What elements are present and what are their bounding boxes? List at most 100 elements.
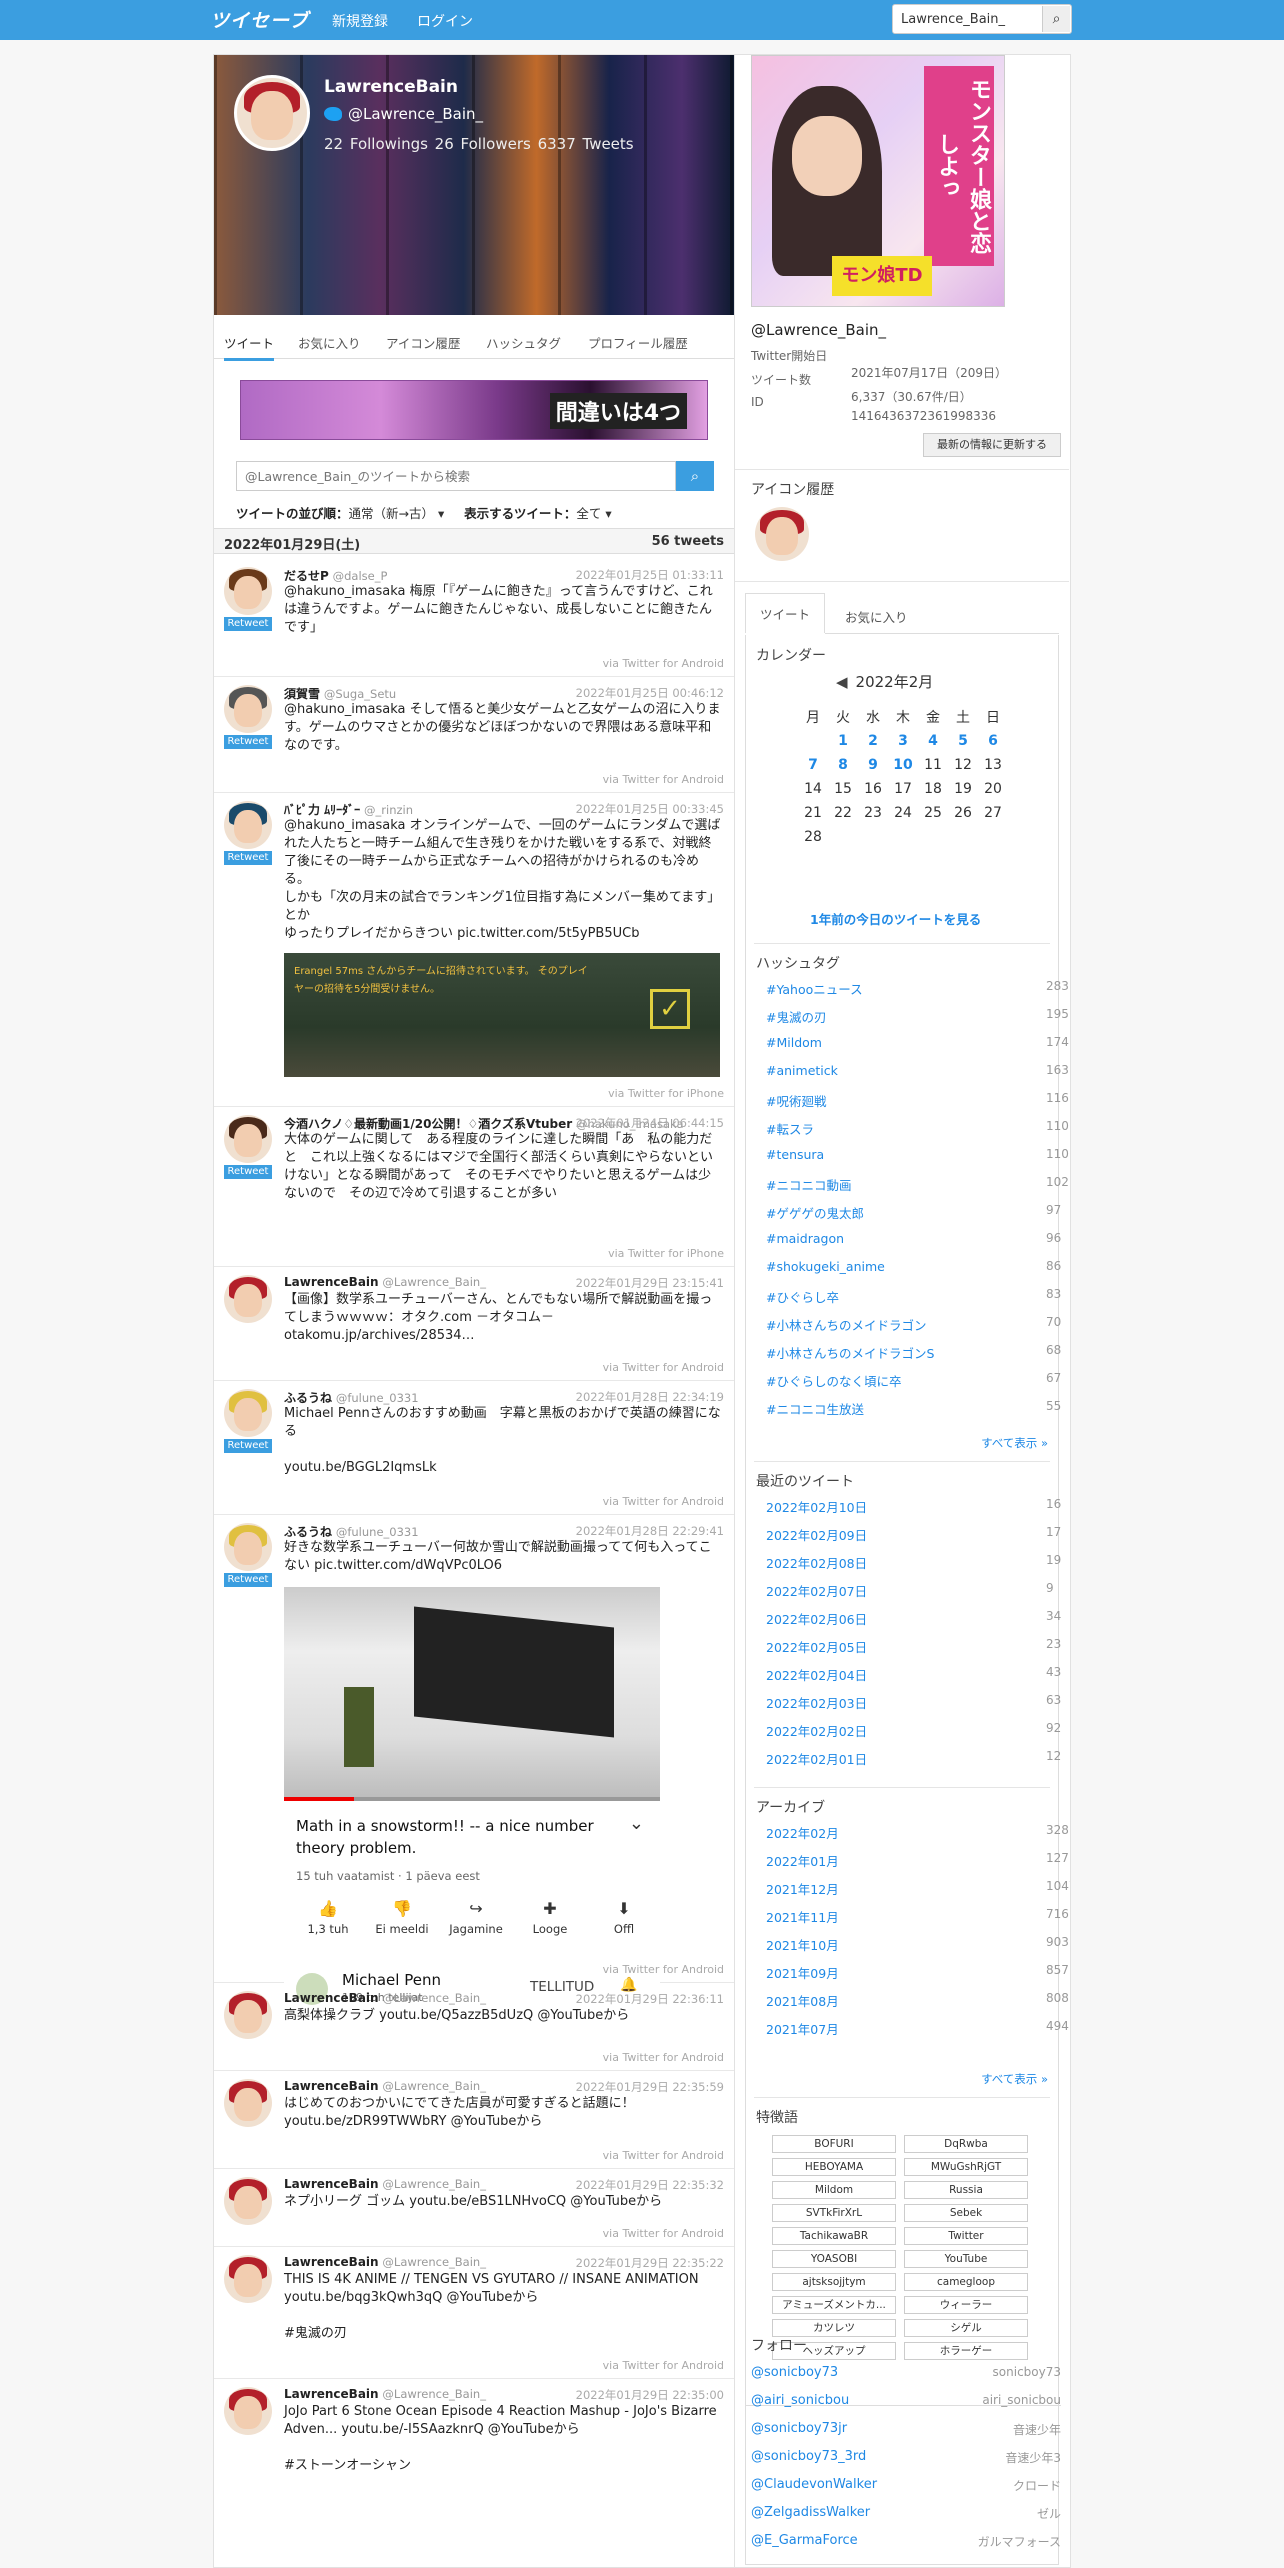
calendar-day[interactable]: 1 <box>828 729 858 753</box>
word-tag[interactable]: TachikawaBR <box>772 2227 896 2245</box>
hashtag-item-link[interactable]: #ニコニコ動画 <box>766 1178 851 1193</box>
hashtag-item[interactable]: #ニコニコ生放送 55 <box>766 1399 1061 1418</box>
video-action[interactable]: 👍 1,3 tuh <box>296 1899 360 1936</box>
word-tag[interactable]: シゲル <box>904 2319 1028 2337</box>
archive-item-link[interactable]: 2022年01月 <box>766 1854 839 1869</box>
avatar[interactable] <box>224 1275 272 1323</box>
hashtag-item-link[interactable]: #小林さんちのメイドラゴン <box>766 1318 926 1333</box>
sort-order-select[interactable]: 通常（新→古） <box>349 506 434 521</box>
archive-item[interactable]: 2021年07月 494 <box>766 2019 1069 2038</box>
hashtag-item[interactable]: #Yahooニュース 283 <box>766 979 1069 998</box>
hashtag-item-link[interactable]: #tensura <box>766 1147 824 1162</box>
recent-tweet-item-link[interactable]: 2022年02月09日 <box>766 1528 867 1543</box>
hashtag-item[interactable]: #小林さんちのメイドラゴン 70 <box>766 1315 1061 1334</box>
archive-item-link[interactable]: 2021年12月 <box>766 1882 839 1897</box>
avatar[interactable] <box>224 2255 272 2303</box>
recent-tweet-item[interactable]: 2022年02月03日 63 <box>766 1693 1061 1712</box>
avatar[interactable] <box>224 1115 272 1163</box>
tweet-author[interactable]: LawrenceBain @Lawrence_Bain_ <box>284 2177 486 2191</box>
recent-tweet-item-link[interactable]: 2022年02月03日 <box>766 1696 867 1711</box>
prev-month-icon[interactable]: ◀ <box>836 673 848 691</box>
sidebar-tab-favorites[interactable]: お気に入り <box>845 607 908 626</box>
hashtag-item[interactable]: #ゲゲゲの鬼太郎 97 <box>766 1203 1061 1222</box>
tweet-search-input[interactable] <box>236 461 676 491</box>
tweet-timestamp[interactable]: 2022年01月25日 00:33:45 <box>576 801 724 817</box>
recent-tweet-item[interactable]: 2022年02月04日 43 <box>766 1665 1061 1684</box>
hashtag-item-link[interactable]: #ニコニコ生放送 <box>766 1402 864 1417</box>
hashtag-item[interactable]: #ひぐらし卒 83 <box>766 1287 1061 1306</box>
hashtag-item[interactable]: #鬼滅の刃 195 <box>766 1007 1069 1026</box>
follow-handle[interactable]: @airi_sonicbou <box>751 2393 849 2408</box>
avatar[interactable] <box>224 801 272 849</box>
recent-tweet-item-link[interactable]: 2022年02月02日 <box>766 1724 867 1739</box>
archive-item[interactable]: 2021年09月 857 <box>766 1963 1069 1982</box>
recent-tweet-item-link[interactable]: 2022年02月04日 <box>766 1668 867 1683</box>
archive-item-link[interactable]: 2021年11月 <box>766 1910 839 1925</box>
hashtag-item-link[interactable]: #Yahooニュース <box>766 982 863 997</box>
recent-tweet-item-link[interactable]: 2022年02月10日 <box>766 1500 867 1515</box>
tweet-filter-select[interactable]: 全て <box>576 506 601 521</box>
tweet-timestamp[interactable]: 2022年01月25日 00:46:12 <box>576 685 724 701</box>
ad-image[interactable]: モンスター娘と恋しよっ モン娘TD <box>751 55 1005 307</box>
follow-handle[interactable]: @ClaudevonWalker <box>751 2477 877 2492</box>
word-tag[interactable]: HEBOYAMA <box>772 2158 896 2176</box>
word-tag[interactable]: cameglooр <box>904 2273 1028 2291</box>
tab-favorites[interactable]: お気に入り <box>298 333 361 352</box>
tweet-timestamp[interactable]: 2022年01月25日 01:33:11 <box>576 567 724 583</box>
tweet-author[interactable]: LawrenceBain @Lawrence_Bain_ <box>284 2079 486 2093</box>
archive-item[interactable]: 2021年08月 808 <box>766 1991 1069 2010</box>
hashtag-item[interactable]: #小林さんちのメイドラゴンS 68 <box>766 1343 1061 1362</box>
tweet-author[interactable]: ふるうね @fulune_0331 <box>284 1389 419 1406</box>
word-tag[interactable]: Twitter <box>904 2227 1028 2245</box>
video-card[interactable]: Math in a snowstorm!! -- a nice number t… <box>284 1587 660 2027</box>
login-link[interactable]: ログイン <box>417 11 473 31</box>
hashtag-item[interactable]: #tensura 110 <box>766 1147 1069 1162</box>
tab-profile-history[interactable]: プロフィール履歴 <box>588 333 688 352</box>
calendar-day[interactable]: 9 <box>858 753 888 777</box>
avatar[interactable] <box>224 685 272 733</box>
calendar-day[interactable]: 2 <box>858 729 888 753</box>
calendar-day[interactable]: 3 <box>888 729 918 753</box>
hashtag-item-link[interactable]: #小林さんちのメイドラゴンS <box>766 1346 934 1361</box>
video-thumbnail[interactable] <box>284 1587 660 1801</box>
tweet-author[interactable]: LawrenceBain @Lawrence_Bain_ <box>284 1991 486 2005</box>
archive-item[interactable]: 2022年02月 328 <box>766 1823 1069 1842</box>
recent-tweet-item-link[interactable]: 2022年02月07日 <box>766 1584 867 1599</box>
register-link[interactable]: 新規登録 <box>332 11 388 31</box>
calendar-day[interactable]: 4 <box>918 729 948 753</box>
ad-banner[interactable]: 間違いは4つ <box>240 380 708 440</box>
word-tag[interactable]: YouTube <box>904 2250 1028 2268</box>
recent-tweet-item-link[interactable]: 2022年02月05日 <box>766 1640 867 1655</box>
word-tag[interactable]: DqRwba <box>904 2135 1028 2153</box>
hashtag-item-link[interactable]: #maidragon <box>766 1231 844 1246</box>
avatar[interactable] <box>224 2177 272 2225</box>
archive-show-all[interactable]: すべて表示 » <box>981 2071 1048 2087</box>
video-title[interactable]: Math in a snowstorm!! -- a nice number t… <box>296 1815 596 1859</box>
tweet-author[interactable]: LawrenceBain @Lawrence_Bain_ <box>284 2255 486 2269</box>
tweet-timestamp[interactable]: 2022年01月29日 22:35:00 <box>576 2387 724 2403</box>
avatar[interactable] <box>224 567 272 615</box>
archive-item[interactable]: 2021年11月 716 <box>766 1907 1069 1926</box>
avatar[interactable] <box>755 507 809 561</box>
site-logo[interactable]: ツイセーブ <box>210 6 309 33</box>
tweet-search-button[interactable]: ⌕ <box>676 461 714 491</box>
avatar[interactable] <box>224 1991 272 2039</box>
archive-item-link[interactable]: 2021年08月 <box>766 1994 839 2009</box>
hashtag-item[interactable]: #maidragon 96 <box>766 1231 1061 1246</box>
word-tag[interactable]: Russia <box>904 2181 1028 2199</box>
archive-item[interactable]: 2021年12月 1047 <box>766 1879 1070 1898</box>
tab-tweets[interactable]: ツイート <box>224 333 275 361</box>
hashtag-item-link[interactable]: #ゲゲゲの鬼太郎 <box>766 1206 864 1221</box>
archive-item-link[interactable]: 2021年07月 <box>766 2022 839 2037</box>
follow-handle[interactable]: @E_GarmaForce <box>751 2533 858 2548</box>
profile-handle[interactable]: @Lawrence_Bain_ <box>324 105 483 123</box>
tweet-author[interactable]: LawrenceBain @Lawrence_Bain_ <box>284 2387 486 2401</box>
word-tag[interactable]: Mildom <box>772 2181 896 2199</box>
recent-tweet-item[interactable]: 2022年02月10日 16 <box>766 1497 1061 1516</box>
tweet-author[interactable]: ふるうね @fulune_0331 <box>284 1523 419 1540</box>
video-action[interactable]: 👎 Ei meeldi <box>370 1899 434 1936</box>
tweet-timestamp[interactable]: 2022年01月29日 23:15:41 <box>576 1275 724 1291</box>
follow-item[interactable]: @E_GarmaForce ガルマフォース <box>751 2533 1061 2549</box>
word-tag[interactable]: ajtsksojjtym <box>772 2273 896 2291</box>
tab-hashtags[interactable]: ハッシュタグ <box>486 333 561 352</box>
